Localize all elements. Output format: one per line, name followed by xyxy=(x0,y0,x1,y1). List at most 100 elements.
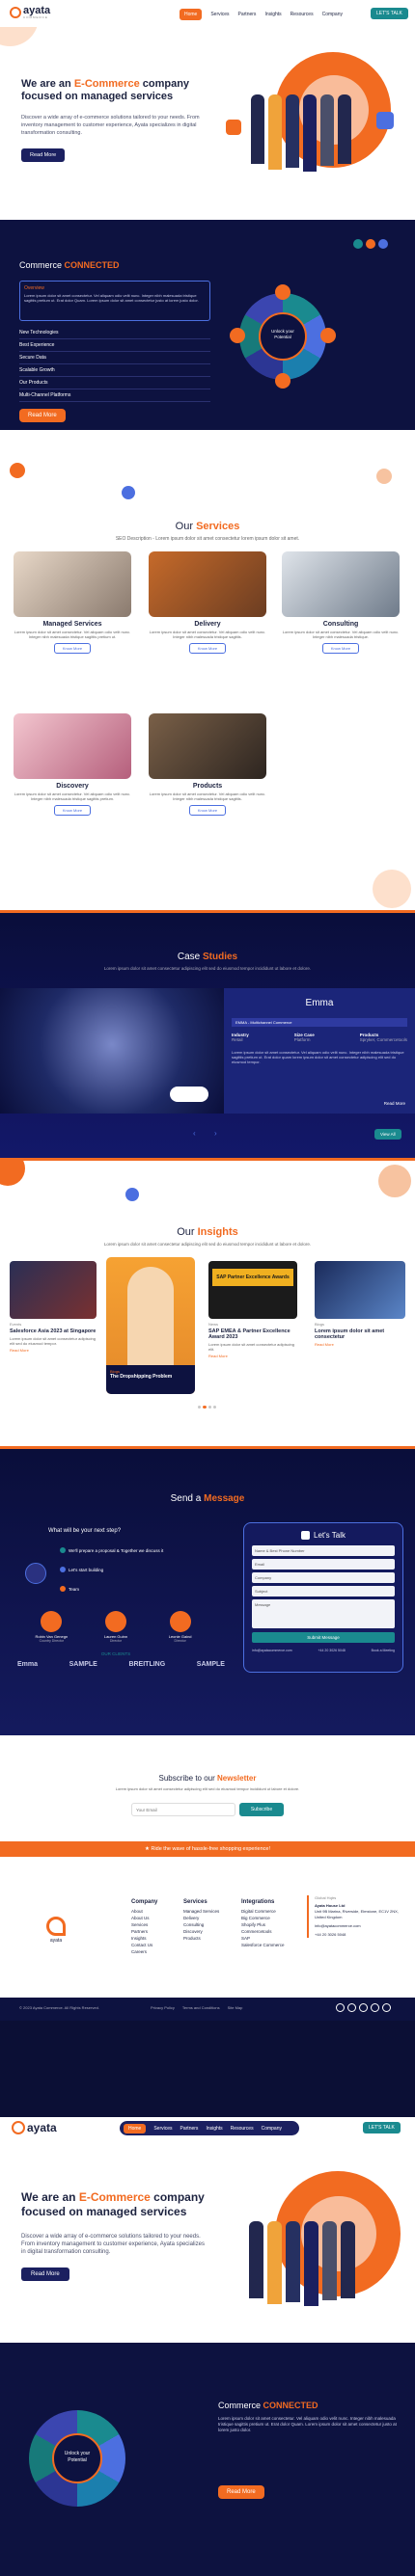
know-more-button[interactable]: Know More xyxy=(54,805,91,816)
footer-link[interactable]: Salesforce Commerce xyxy=(241,1942,285,1948)
email-field[interactable]: Email xyxy=(252,1559,395,1570)
footer-logo[interactable]: ayata xyxy=(46,1917,66,1944)
footer-link[interactable]: SAP xyxy=(241,1935,285,1942)
know-more-button[interactable]: Know More xyxy=(54,643,91,654)
hero-title: We are an E-Commerce company focused on … xyxy=(21,78,190,102)
insight-card-featured[interactable]: Blogs The Dropshipping Problem xyxy=(106,1257,195,1394)
nav-insights[interactable]: Insights xyxy=(264,12,281,17)
know-more-button[interactable]: Know More xyxy=(189,643,226,654)
footer-link[interactable]: Insights xyxy=(131,1935,157,1942)
office-phone[interactable]: +44 20 3026 5048 xyxy=(315,1932,407,1938)
footer-link[interactable]: Big Commerce xyxy=(241,1915,285,1921)
terms-link[interactable]: Terms and Conditions xyxy=(182,2005,220,2010)
footer-link[interactable]: Managed Services xyxy=(183,1908,219,1915)
logo[interactable]: ayata xyxy=(12,2121,57,2134)
nav-partners[interactable]: Partners xyxy=(238,12,257,17)
phone-link[interactable]: +44 20 3026 5048 xyxy=(318,1649,346,1652)
hero-read-more-button[interactable]: Read More xyxy=(21,2267,69,2281)
insight-read-more[interactable]: Read More xyxy=(315,1342,405,1347)
footer-link[interactable]: About Us xyxy=(131,1915,157,1921)
footer-link[interactable]: About xyxy=(131,1908,157,1915)
nav-services[interactable]: Services xyxy=(210,12,229,17)
know-more-button[interactable]: Know More xyxy=(189,805,226,816)
feature-item[interactable]: Multi-Channel Platforms xyxy=(19,389,210,402)
banner-text: ★ Ride the wave of hassle-free shopping … xyxy=(145,1846,270,1852)
feature-item[interactable]: Scalable Growth xyxy=(19,364,210,377)
service-card[interactable]: Delivery Lorem ipsum dolor sit amet cons… xyxy=(149,551,266,663)
footer-link[interactable]: Discovery xyxy=(183,1928,219,1935)
footer-link[interactable]: Contact Us xyxy=(131,1942,157,1948)
hero-chat-icon xyxy=(226,120,241,135)
linkedin-icon[interactable] xyxy=(336,2003,345,2012)
nav-company[interactable]: Company xyxy=(322,12,343,17)
nav-company[interactable]: Company xyxy=(262,2126,282,2132)
logo[interactable]: ayata COMMERCE xyxy=(10,6,50,19)
footer-link[interactable]: Digital Commerce xyxy=(241,1908,285,1915)
footer-link[interactable]: Services xyxy=(131,1921,157,1928)
case-next-icon[interactable]: › xyxy=(214,1129,217,1138)
insights-subtitle: Lorem ipsum dolor sit amet consectetur a… xyxy=(103,1242,312,1247)
cart-icon[interactable] xyxy=(366,239,375,249)
hero-carousel-dots[interactable] xyxy=(197,188,217,196)
step-item: Let's start building xyxy=(60,1567,103,1572)
footer-link[interactable]: Consulting xyxy=(183,1921,219,1928)
hero-read-more-button[interactable]: Read More xyxy=(21,148,66,162)
service-card[interactable]: Managed Services Lorem ipsum dolor sit a… xyxy=(14,551,131,663)
facebook-icon[interactable] xyxy=(347,2003,356,2012)
footer-link[interactable]: Products xyxy=(183,1935,219,1942)
footer-link[interactable]: Commercetools xyxy=(241,1928,285,1935)
connected-read-more-button[interactable]: Read More xyxy=(19,409,66,422)
instagram-icon[interactable] xyxy=(359,2003,368,2012)
service-card[interactable]: Discovery Lorem ipsum dolor sit amet con… xyxy=(14,713,131,825)
user-icon[interactable] xyxy=(378,239,388,249)
office-email[interactable]: info@ayatacommerce.com xyxy=(315,1923,407,1929)
case-read-more-link[interactable]: Read More xyxy=(384,1101,405,1106)
insight-card[interactable]: Blogs Lorem ipsum dolor sit amet consect… xyxy=(315,1261,405,1390)
service-card[interactable]: Consulting Lorem ipsum dolor sit amet co… xyxy=(282,551,400,663)
feature-item[interactable]: Our Products xyxy=(19,377,210,389)
feature-item[interactable]: Secure Data xyxy=(19,352,210,364)
view-all-button[interactable]: View All xyxy=(374,1129,401,1140)
subscribe-button[interactable]: Subscribe xyxy=(239,1803,284,1816)
name-field[interactable]: Name & Best Phone Number xyxy=(252,1545,395,1556)
nav-home[interactable]: Home xyxy=(180,9,203,20)
sitemap-link[interactable]: Site Map xyxy=(228,2005,243,2010)
nav-services[interactable]: Services xyxy=(153,2126,172,2132)
nav-resources[interactable]: Resources xyxy=(290,12,314,17)
nav-insights[interactable]: Insights xyxy=(206,2126,222,2132)
insight-card[interactable]: SAP Partner Excellence Awards News SAP E… xyxy=(208,1261,297,1390)
submit-button[interactable]: Submit Message xyxy=(252,1632,395,1643)
footer-link[interactable]: Careers xyxy=(131,1948,157,1955)
message-field[interactable]: Message xyxy=(252,1599,395,1628)
footer-link[interactable]: Partners xyxy=(131,1928,157,1935)
services-section: Our Services SEO Description - Lorem ips… xyxy=(0,455,415,910)
know-more-button[interactable]: Know More xyxy=(322,643,359,654)
lets-talk-button[interactable]: LET'S TALK xyxy=(371,8,408,19)
company-field[interactable]: Company xyxy=(252,1572,395,1583)
connected-section-repeat: Unlock your Potential Commerce CONNECTED … xyxy=(0,2343,415,2576)
footer-link[interactable]: Delivery xyxy=(183,1915,219,1921)
youtube-icon[interactable] xyxy=(382,2003,391,2012)
nav-home[interactable]: Home xyxy=(124,2123,147,2133)
lets-talk-button[interactable]: LET'S TALK xyxy=(363,2122,401,2133)
twitter-icon[interactable] xyxy=(371,2003,379,2012)
client-logo: SAMPLE xyxy=(69,1661,97,1668)
feature-item[interactable]: Best Experience xyxy=(19,339,210,352)
insight-read-more[interactable]: Read More xyxy=(10,1348,97,1353)
nav-resources[interactable]: Resources xyxy=(231,2126,254,2132)
case-prev-icon[interactable]: ‹ xyxy=(193,1129,196,1138)
subject-field[interactable]: Subject xyxy=(252,1586,395,1597)
insights-carousel-dots[interactable] xyxy=(197,1396,217,1413)
email-link[interactable]: info@ayatacommerce.com xyxy=(252,1649,292,1652)
newsletter-email-input[interactable] xyxy=(131,1803,235,1816)
feature-item[interactable]: New Technologies xyxy=(19,327,210,339)
nav-partners[interactable]: Partners xyxy=(180,2126,199,2132)
insight-card[interactable]: Events Salesforce Asia 2023 at Singapore… xyxy=(10,1261,97,1390)
connected-read-more-button[interactable]: Read More xyxy=(218,2485,264,2499)
privacy-link[interactable]: Privacy Policy xyxy=(151,2005,175,2010)
share-icon[interactable] xyxy=(353,239,363,249)
meeting-link[interactable]: Book a Meeting xyxy=(372,1649,395,1652)
insight-read-more[interactable]: Read More xyxy=(208,1354,297,1358)
footer-link[interactable]: Shopify Plus xyxy=(241,1921,285,1928)
service-card[interactable]: Products Lorem ipsum dolor sit amet cons… xyxy=(149,713,266,825)
